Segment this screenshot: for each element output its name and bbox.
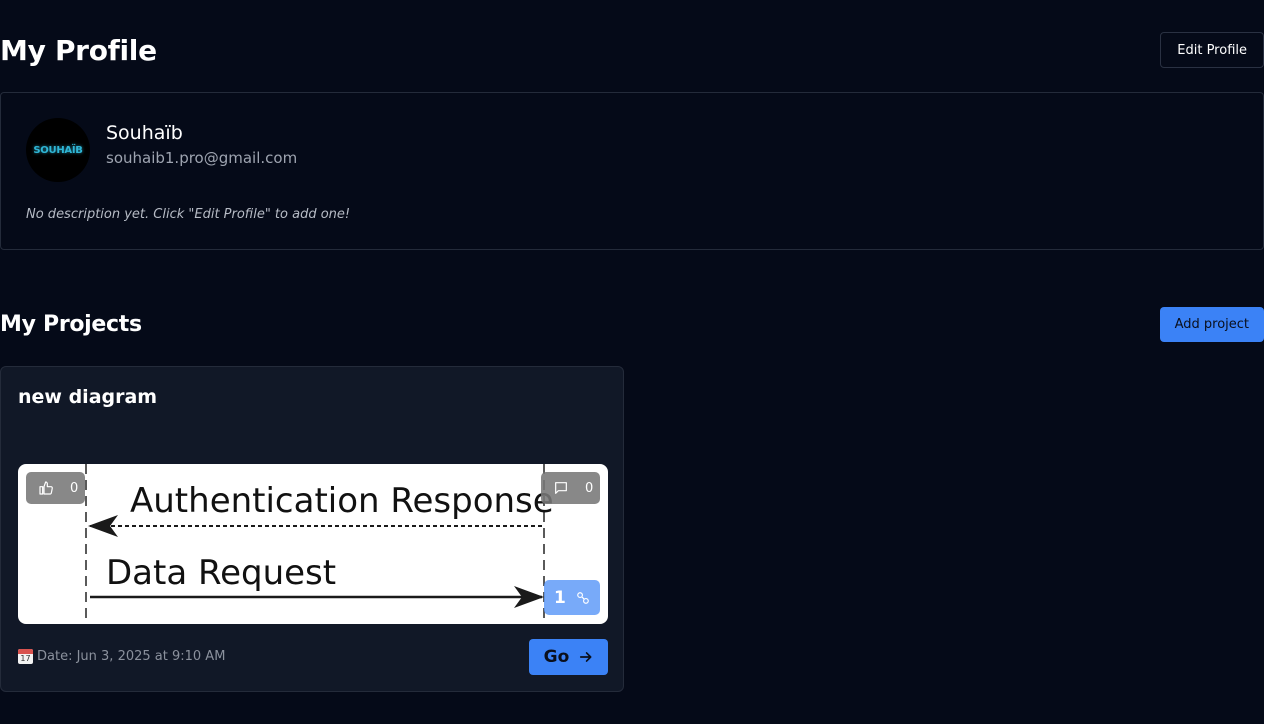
profile-name: Souhaïb: [106, 122, 183, 144]
page-title: My Profile: [0, 33, 157, 67]
fork-button[interactable]: 1: [544, 580, 600, 615]
projects-title: My Projects: [0, 312, 142, 337]
edit-profile-button[interactable]: Edit Profile: [1160, 32, 1264, 68]
thumbs-up-icon: [39, 481, 53, 495]
profile-email: souhaib1.pro@gmail.com: [106, 149, 298, 167]
project-card[interactable]: new diagram Authentication Response Data…: [0, 366, 624, 692]
profile-header: My Profile Edit Profile: [0, 32, 1264, 68]
fork-count: 1: [554, 587, 566, 608]
sequence-diagram-thumbnail: Authentication Response Data Request: [85, 464, 554, 624]
comment-icon: [555, 482, 567, 494]
diagram-preview[interactable]: Authentication Response Data Request 0 0…: [18, 464, 608, 624]
like-count: 0: [70, 480, 79, 496]
calendar-icon: 17: [18, 649, 33, 664]
add-project-button[interactable]: Add project: [1159, 307, 1264, 342]
comment-button[interactable]: 0: [541, 472, 600, 504]
go-label: Go: [543, 647, 570, 667]
projects-header: My Projects Add project: [0, 307, 1264, 342]
project-date: 17 Date: Jun 3, 2025 at 9:10 AM: [18, 649, 225, 664]
profile-page: My Profile Edit Profile SOUHAÏB Souhaïb …: [0, 0, 1264, 724]
comment-count: 0: [585, 480, 594, 496]
profile-card: SOUHAÏB Souhaïb souhaib1.pro@gmail.com N…: [0, 92, 1264, 250]
go-button[interactable]: Go: [529, 639, 608, 675]
avatar-logo-text: SOUHAÏB: [33, 144, 83, 156]
avatar[interactable]: SOUHAÏB: [26, 118, 90, 182]
message-label-bottom: Data Request: [106, 553, 336, 593]
like-button[interactable]: 0: [26, 472, 85, 504]
fork-icon: [577, 591, 589, 604]
arrow-right-icon: [580, 652, 592, 662]
profile-description: No description yet. Click "Edit Profile"…: [26, 207, 351, 222]
project-date-text: Date: Jun 3, 2025 at 9:10 AM: [37, 649, 226, 664]
project-title: new diagram: [18, 386, 158, 408]
message-label-top: Authentication Response: [130, 481, 554, 521]
